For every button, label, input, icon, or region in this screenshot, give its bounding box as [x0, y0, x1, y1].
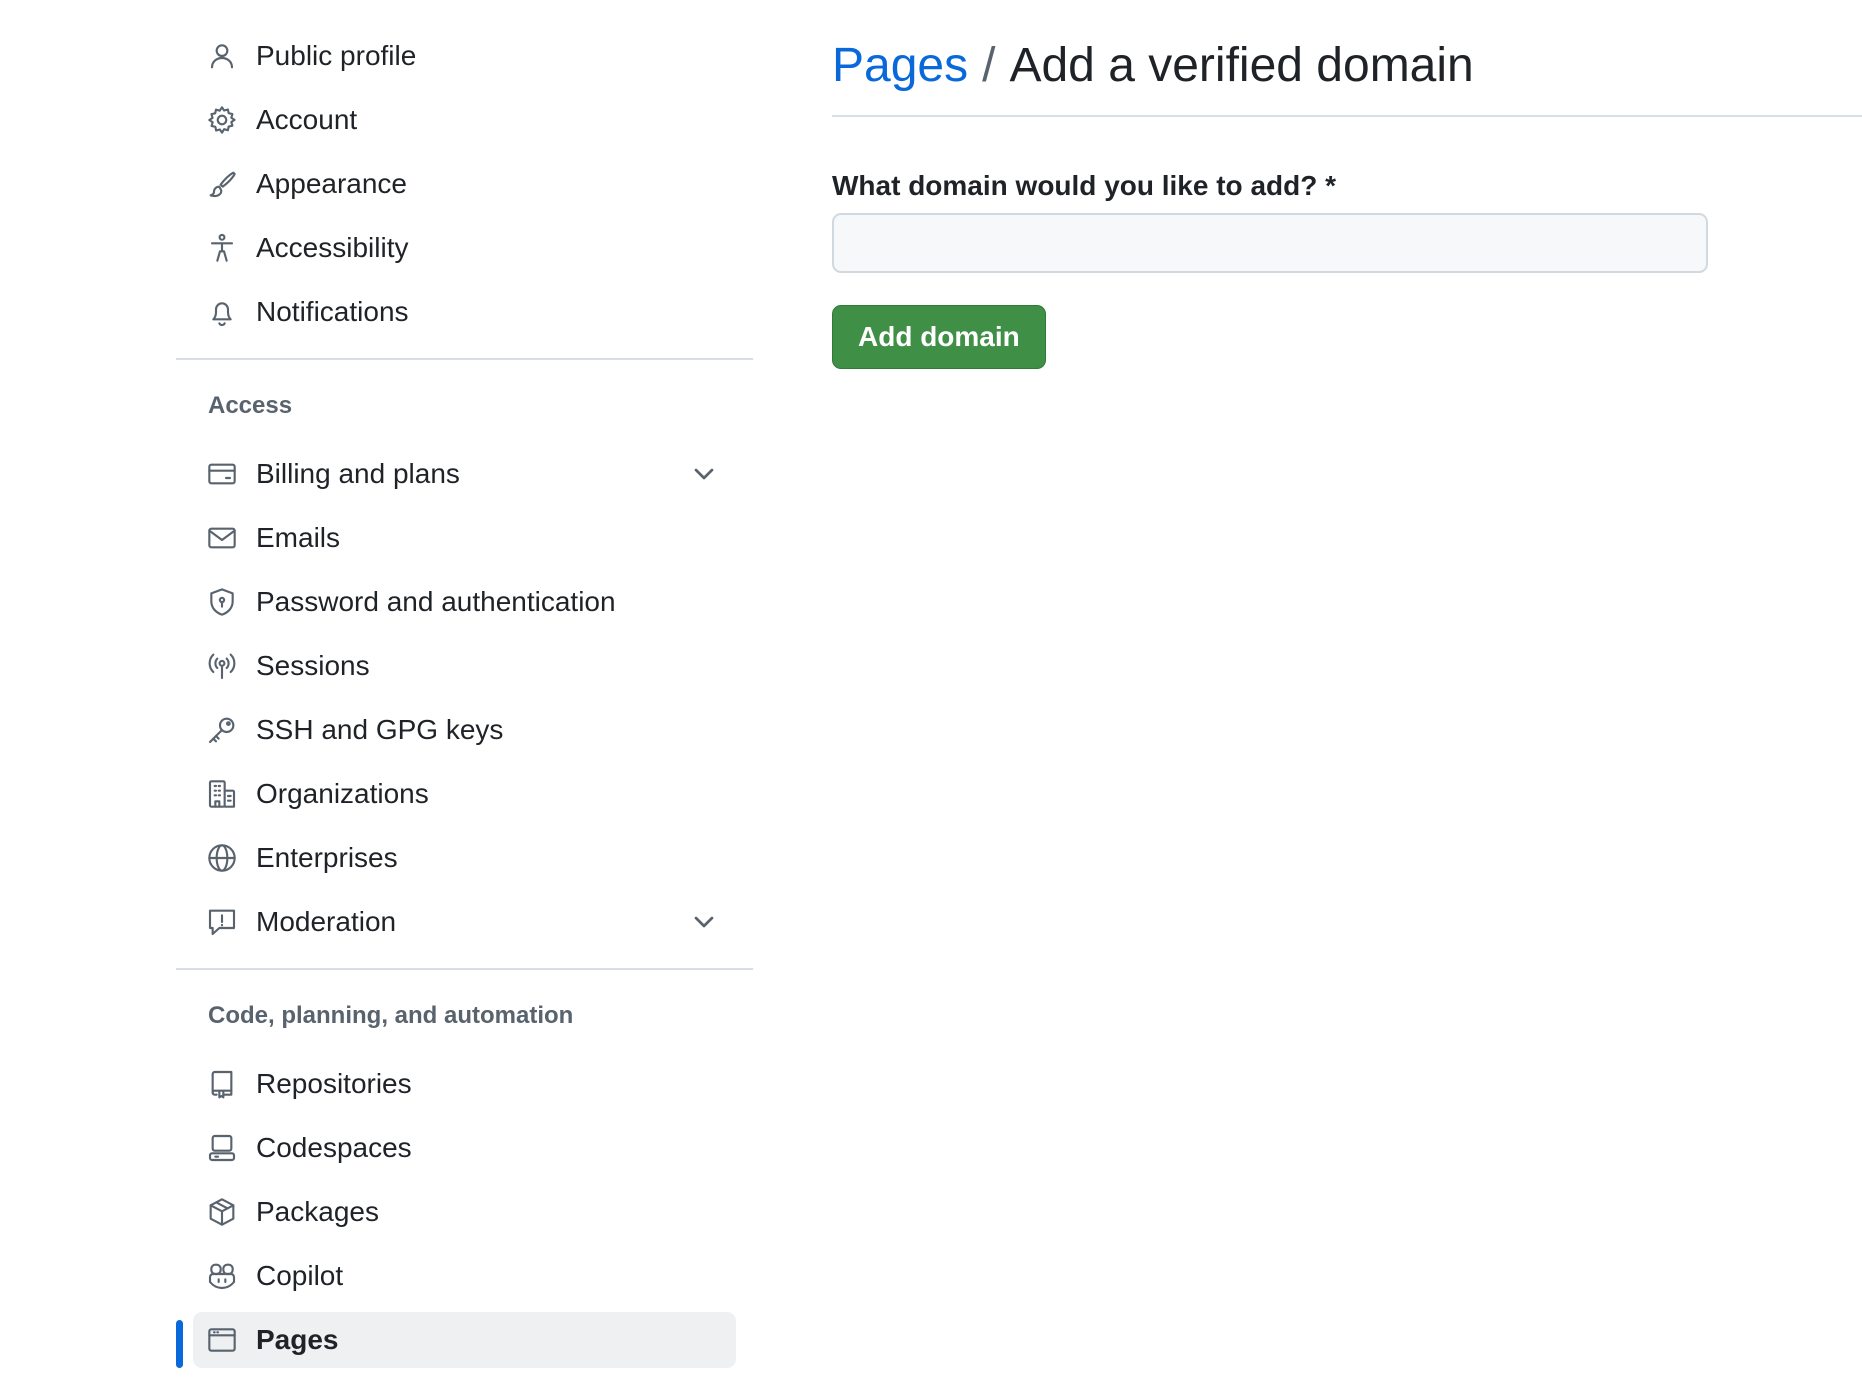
header-divider [832, 115, 1862, 117]
sidebar-item-moderation[interactable]: Moderation [176, 894, 753, 950]
sidebar-item-label: Account [256, 104, 358, 135]
sidebar-section-heading-access: Access [208, 392, 293, 419]
shield-lock-icon [206, 586, 238, 618]
sidebar-item-label: Notifications [256, 296, 409, 327]
sidebar-item-label: Password and authentication [256, 586, 616, 617]
sidebar-item-label: Organizations [256, 778, 429, 809]
sidebar-item-password-and-authentication[interactable]: Password and authentication [176, 574, 753, 630]
mail-icon [206, 522, 238, 554]
sidebar-item-label: Appearance [256, 168, 408, 199]
sidebar-item-public-profile[interactable]: Public profile [176, 28, 753, 84]
sidebar-item-organizations[interactable]: Organizations [176, 766, 753, 822]
sidebar-divider [176, 968, 753, 970]
sidebar-section-heading-code: Code, planning, and automation [208, 1002, 574, 1029]
sidebar-item-repositories[interactable]: Repositories [176, 1056, 753, 1112]
sidebar-item-label: Public profile [256, 40, 417, 71]
breadcrumb-link-pages[interactable]: Pages [832, 39, 968, 92]
sidebar-item-label: Packages [256, 1196, 379, 1227]
globe-icon [206, 842, 238, 874]
add-domain-button[interactable]: Add domain [832, 305, 1046, 369]
organization-icon [206, 778, 238, 810]
breadcrumb: Pages / Add a verified domain [832, 30, 1862, 102]
sidebar-item-label: SSH and GPG keys [256, 714, 504, 745]
chevron-down-icon[interactable] [688, 458, 720, 490]
sidebar-divider [176, 358, 753, 360]
report-icon [206, 906, 238, 938]
sidebar-item-label: Sessions [256, 650, 370, 681]
sidebar-item-label: Codespaces [256, 1132, 412, 1163]
repo-icon [206, 1068, 238, 1100]
browser-icon [206, 1324, 238, 1356]
sidebar-item-label: Copilot [256, 1260, 344, 1291]
sidebar-item-label: Emails [256, 522, 341, 553]
sidebar-item-billing-and-plans[interactable]: Billing and plans [176, 446, 753, 502]
sidebar-item-label: Billing and plans [256, 458, 460, 489]
sidebar-item-appearance[interactable]: Appearance [176, 156, 753, 212]
copilot-icon [206, 1260, 238, 1292]
package-icon [206, 1196, 238, 1228]
sidebar-item-copilot[interactable]: Copilot [176, 1248, 753, 1304]
domain-field-label: What domain would you like to add? * [832, 170, 1336, 201]
bell-icon [206, 296, 238, 328]
person-icon [206, 40, 238, 72]
main-content: Pages / Add a verified domain What domain … [832, 30, 1862, 369]
sidebar-item-notifications[interactable]: Notifications [176, 284, 753, 340]
add-domain-form: What domain would you like to add? * Add… [832, 169, 1862, 369]
sidebar-item-label: Moderation [256, 906, 397, 937]
breadcrumb-separator: / [982, 39, 996, 92]
sidebar-item-codespaces[interactable]: Codespaces [176, 1120, 753, 1176]
settings-sidebar: Public profile Account Appearance Access… [176, 28, 753, 1376]
broadcast-icon [206, 650, 238, 682]
chevron-down-icon[interactable] [688, 906, 720, 938]
gear-icon [206, 104, 238, 136]
sidebar-item-ssh-and-gpg-keys[interactable]: SSH and GPG keys [176, 702, 753, 758]
sidebar-item-emails[interactable]: Emails [176, 510, 753, 566]
paintbrush-icon [206, 168, 238, 200]
codespaces-icon [206, 1132, 238, 1164]
domain-input[interactable] [832, 213, 1708, 273]
sidebar-item-accessibility[interactable]: Accessibility [176, 220, 753, 276]
sidebar-item-enterprises[interactable]: Enterprises [176, 830, 753, 886]
sidebar-item-account[interactable]: Account [176, 92, 753, 148]
sidebar-item-label: Accessibility [256, 232, 409, 263]
sidebar-item-sessions[interactable]: Sessions [176, 638, 753, 694]
credit-card-icon [206, 458, 238, 490]
sidebar-item-pages[interactable]: Pages [176, 1312, 736, 1368]
sidebar-item-label: Pages [256, 1324, 339, 1355]
accessibility-icon [206, 232, 238, 264]
sidebar-item-packages[interactable]: Packages [176, 1184, 753, 1240]
sidebar-item-label: Enterprises [256, 842, 398, 873]
settings-page: Public profile Account Appearance Access… [0, 0, 1862, 1386]
active-indicator [176, 1320, 183, 1368]
key-icon [206, 714, 238, 746]
page-title: Add a verified domain [1009, 39, 1474, 92]
sidebar-item-label: Repositories [256, 1068, 412, 1099]
